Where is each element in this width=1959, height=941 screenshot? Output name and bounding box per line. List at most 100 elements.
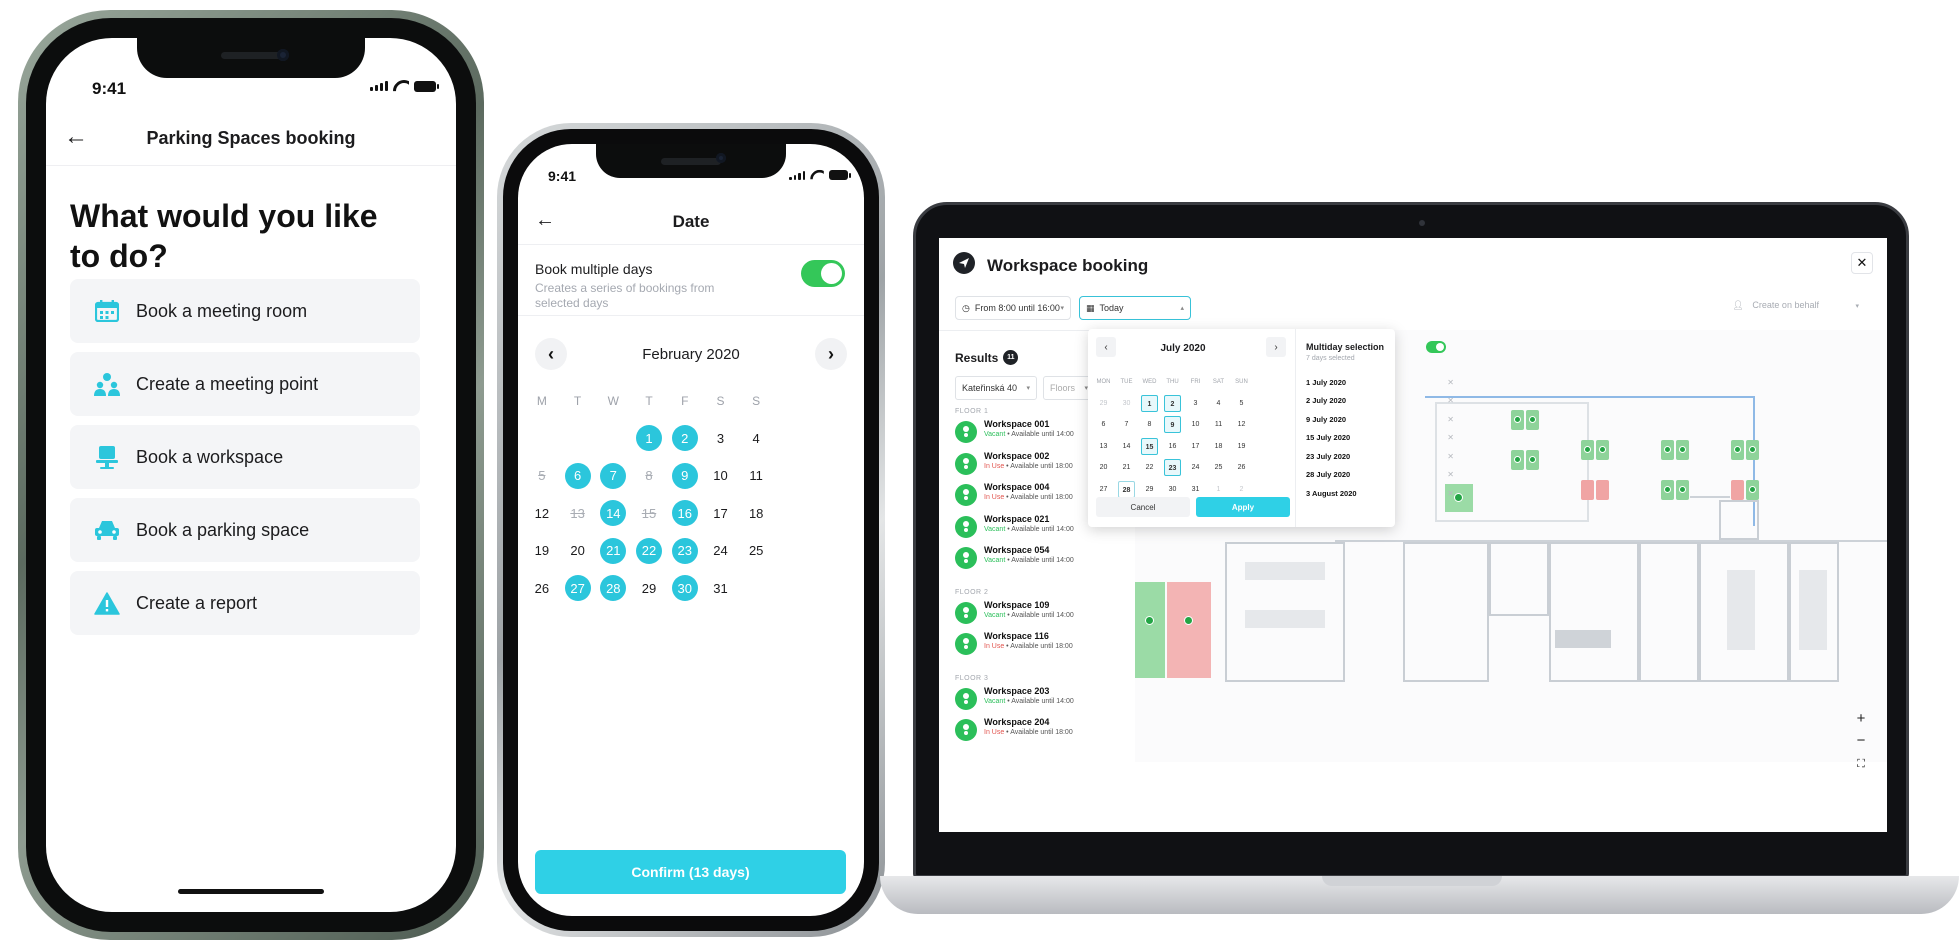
remove-day-icon[interactable]: ✕ [1447, 378, 1454, 387]
calendar-day[interactable]: 31 [1184, 486, 1207, 493]
workspace-list-item[interactable]: Workspace 002 In Use • Available until 18… [955, 451, 1073, 475]
calendar-day[interactable]: 21 [1115, 464, 1138, 471]
calendar-day[interactable]: 10 [1184, 421, 1207, 428]
calendar-day[interactable]: 30 [667, 573, 703, 603]
calendar-day-today[interactable]: 28 [1115, 480, 1138, 498]
calendar-day[interactable]: 19 [1230, 443, 1253, 450]
calendar-day[interactable]: 7 [1115, 421, 1138, 428]
calendar-day[interactable]: 17 [1184, 443, 1207, 450]
calendar-day[interactable]: 14 [595, 498, 631, 528]
desk-vacant[interactable] [1676, 480, 1689, 500]
desk-in-use[interactable] [1731, 480, 1744, 500]
calendar-day[interactable]: 5 [524, 461, 560, 491]
calendar-day[interactable]: 18 [738, 498, 774, 528]
multiday-toggle[interactable] [1426, 341, 1446, 353]
calendar-day[interactable]: 12 [1230, 421, 1253, 428]
calendar-day-selected[interactable]: 1 [1138, 394, 1161, 412]
desk-vacant[interactable] [1661, 440, 1674, 460]
calendar-day[interactable]: 11 [738, 461, 774, 491]
calendar-day[interactable]: 15 [631, 498, 667, 528]
desk-vacant[interactable] [1581, 440, 1594, 460]
calendar-day[interactable]: 29 [1138, 486, 1161, 493]
desk-vacant[interactable] [1731, 440, 1744, 460]
home-indicator[interactable] [178, 889, 324, 894]
remove-day-icon[interactable]: ✕ [1447, 396, 1454, 405]
workspace-list-item[interactable]: Workspace 021 Vacant • Available until 14… [955, 514, 1074, 538]
calendar-day[interactable]: 6 [1092, 421, 1115, 428]
calendar-day[interactable]: 10 [703, 461, 739, 491]
desk-vacant[interactable] [1676, 440, 1689, 460]
desk-vacant[interactable] [1746, 480, 1759, 500]
calendar-day[interactable]: 9 [667, 461, 703, 491]
remove-day-icon[interactable]: ✕ [1447, 470, 1454, 479]
date-filter[interactable]: ▦ Today ▴ [1079, 296, 1191, 320]
calendar-day[interactable]: 2 [667, 423, 703, 453]
workspace-list-item[interactable]: Workspace 004 In Use • Available until 18… [955, 482, 1073, 506]
calendar-day[interactable]: 12 [524, 498, 560, 528]
workspace-list-item[interactable]: Workspace 001 Vacant • Available until 14… [955, 419, 1074, 443]
remove-day-icon[interactable]: ✕ [1447, 452, 1454, 461]
calendar-day[interactable]: 8 [631, 461, 667, 491]
calendar-day[interactable]: 28 [595, 573, 631, 603]
desk-in-use[interactable] [1581, 480, 1594, 500]
desk-in-use[interactable] [1596, 480, 1609, 500]
workspace-list-item[interactable]: Workspace 204 In Use • Available until 18… [955, 717, 1073, 741]
calendar-day[interactable]: 16 [1161, 443, 1184, 450]
desk-vacant[interactable] [1526, 450, 1539, 470]
calendar-day-selected[interactable]: 2 [1161, 394, 1184, 412]
workspace-list-item[interactable]: Workspace 109 Vacant • Available until 14… [955, 600, 1074, 624]
menu-item-book-parking-space[interactable]: Book a parking space [70, 498, 420, 562]
calendar-day[interactable]: 24 [703, 536, 739, 566]
remove-day-icon[interactable]: ✕ [1447, 433, 1454, 442]
workspace-list-item[interactable]: Workspace 203 Vacant • Available until 14… [955, 686, 1074, 710]
calendar-day[interactable]: 5 [1230, 400, 1253, 407]
calendar-day[interactable]: 17 [703, 498, 739, 528]
calendar-day[interactable]: 14 [1115, 443, 1138, 450]
remove-day-icon[interactable]: ✕ [1447, 415, 1454, 424]
calendar-day[interactable]: 13 [1092, 443, 1115, 450]
calendar-day[interactable]: 4 [1207, 400, 1230, 407]
calendar-day[interactable]: 22 [1138, 464, 1161, 471]
calendar-day[interactable]: 3 [703, 423, 739, 453]
desk-vacant[interactable] [1746, 440, 1759, 460]
calendar-day[interactable]: 7 [595, 461, 631, 491]
calendar-day[interactable]: 26 [524, 573, 560, 603]
calendar-day-selected[interactable]: 23 [1161, 459, 1184, 477]
menu-item-create-meeting-point[interactable]: Create a meeting point [70, 352, 420, 416]
desk-vacant[interactable] [1511, 410, 1524, 430]
desk-vacant[interactable] [1511, 450, 1524, 470]
building-filter[interactable]: Kateřinská 40 ▾ [955, 376, 1037, 400]
calendar-day[interactable]: 6 [560, 461, 596, 491]
calendar-day[interactable]: 21 [595, 536, 631, 566]
calendar-day[interactable]: 25 [1207, 464, 1230, 471]
book-multiple-days-toggle[interactable] [801, 260, 845, 287]
calendar-day[interactable]: 13 [560, 498, 596, 528]
cancel-button[interactable]: Cancel [1096, 497, 1190, 517]
workspace-list-item[interactable]: Workspace 054 Vacant • Available until 14… [955, 545, 1074, 569]
desk-vacant[interactable] [1596, 440, 1609, 460]
calendar-day[interactable]: 8 [1138, 421, 1161, 428]
zoom-in-button[interactable]: + [1851, 708, 1871, 728]
time-range-filter[interactable]: ◷ From 8:00 until 16:00 ▾ [955, 296, 1071, 320]
remove-day-icon[interactable]: ✕ [1447, 489, 1454, 498]
create-on-behalf-select[interactable]: 👤︎ Create on behalf ▾ [1732, 300, 1859, 311]
calendar-day[interactable]: 29 [631, 573, 667, 603]
close-button[interactable]: ✕ [1851, 252, 1873, 274]
calendar-day[interactable]: 1 [631, 423, 667, 453]
calendar-day[interactable]: 16 [667, 498, 703, 528]
menu-item-create-report[interactable]: Create a report [70, 571, 420, 635]
calendar-day-selected[interactable]: 15 [1138, 437, 1161, 455]
calendar-day[interactable]: 27 [560, 573, 596, 603]
calendar-day[interactable]: 3 [1184, 400, 1207, 407]
calendar-day-selected[interactable]: 9 [1161, 416, 1184, 434]
zoom-out-button[interactable]: − [1851, 730, 1871, 750]
fullscreen-icon[interactable]: ⛶ [1851, 754, 1871, 774]
menu-item-book-meeting-room[interactable]: Book a meeting room [70, 279, 420, 343]
calendar-day[interactable]: 27 [1092, 486, 1115, 493]
calendar-day[interactable]: 25 [738, 536, 774, 566]
calendar-day[interactable]: 24 [1184, 464, 1207, 471]
calendar-day[interactable]: 11 [1207, 421, 1230, 428]
workspace-zone-vacant[interactable] [1135, 582, 1165, 678]
calendar-day[interactable]: 18 [1207, 443, 1230, 450]
calendar-day[interactable]: 20 [1092, 464, 1115, 471]
